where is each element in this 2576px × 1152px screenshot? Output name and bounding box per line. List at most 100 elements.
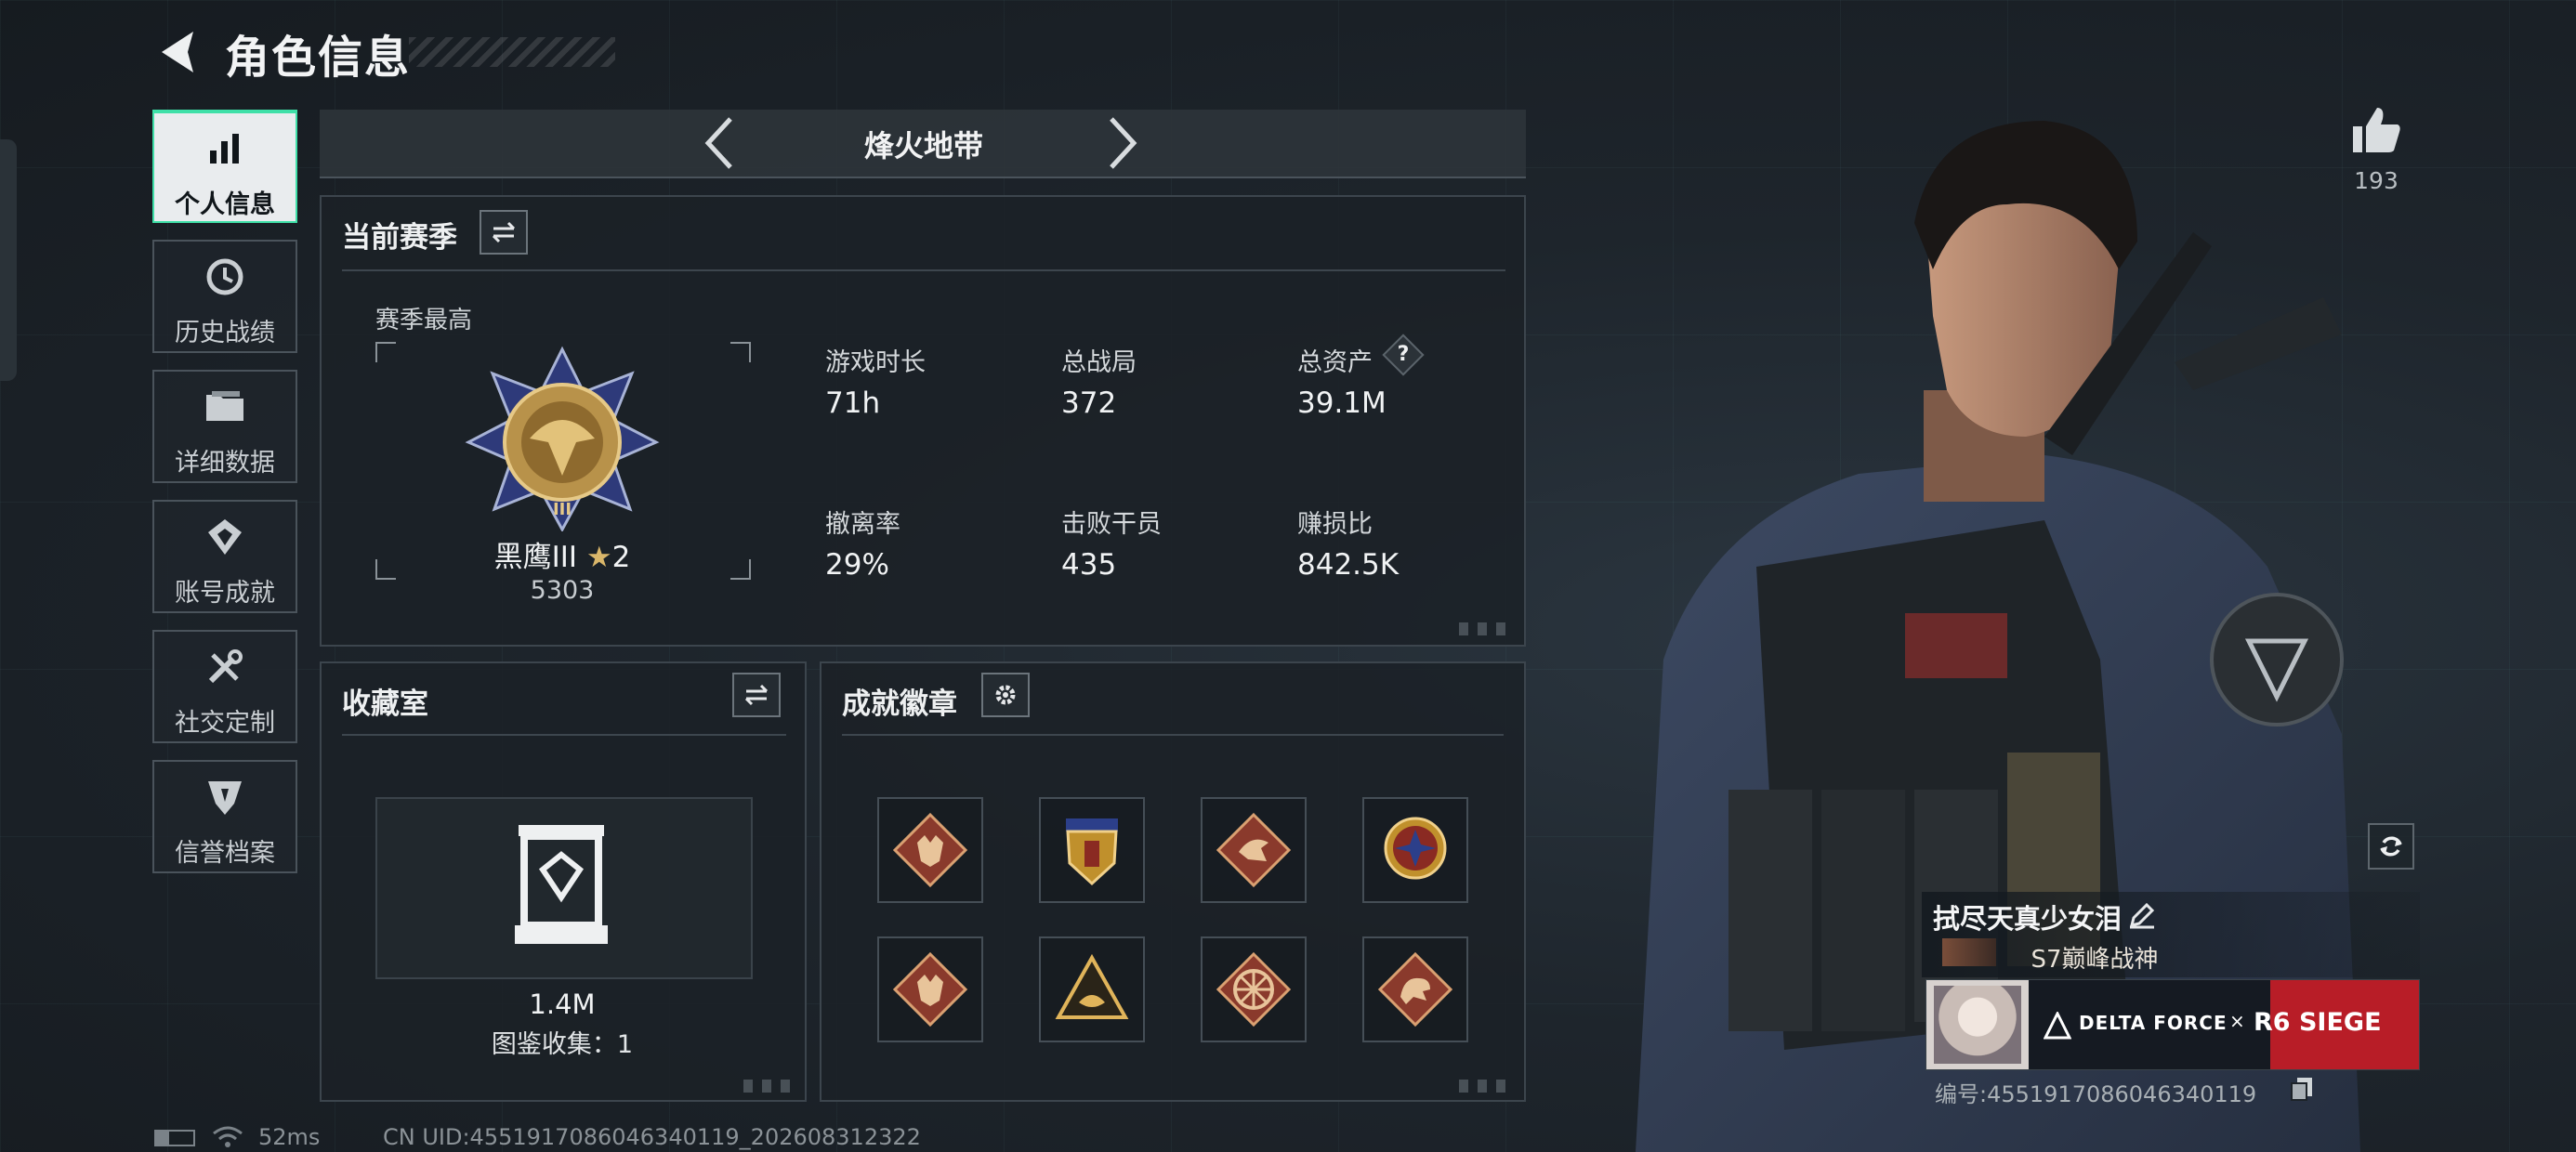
collection-value: 1.4M <box>529 988 596 1020</box>
panel-decoration <box>743 1080 799 1093</box>
edit-icon[interactable] <box>2128 901 2156 929</box>
shield-crest-badge-icon <box>1066 818 1118 886</box>
sidebar-item-social[interactable]: 社交定制 <box>152 630 297 743</box>
wolf-badge-icon <box>892 812 968 888</box>
delta-force-logo-icon <box>2044 1012 2071 1040</box>
title-emblem-icon <box>1942 938 1996 966</box>
panel-decoration <box>1459 622 1515 635</box>
rank-name-text: 黑鹰III <box>493 541 578 574</box>
star-medal-badge-icon <box>1384 817 1447 880</box>
divider <box>842 734 1504 736</box>
stat-label: 游戏时长 <box>825 348 926 377</box>
like-count: 193 <box>2354 167 2399 194</box>
player-banner[interactable]: DELTA FORCE × R6 SIEGE <box>1925 979 2420 1070</box>
rank-emblem-icon[interactable]: III <box>465 346 660 531</box>
achievement-badge[interactable] <box>1201 936 1307 1042</box>
thumbs-up-icon[interactable] <box>2349 102 2403 156</box>
collection-switch-button[interactable] <box>732 673 781 717</box>
battery-icon <box>154 1130 195 1146</box>
dragon-badge-icon <box>1377 951 1453 1028</box>
stat-value: 39.1M <box>1297 386 1387 420</box>
sidebar-item-label: 社交定制 <box>175 709 275 738</box>
history-clock-icon <box>154 256 296 297</box>
title-decoration <box>409 37 615 67</box>
banner-text-left: DELTA FORCE <box>2079 1012 2228 1034</box>
achievement-badge[interactable] <box>1201 797 1307 903</box>
raptor-badge-icon <box>1216 812 1292 888</box>
frame-corner <box>730 342 751 362</box>
bar-chart-icon <box>154 128 296 169</box>
achievement-badge[interactable] <box>1039 797 1145 903</box>
gear-icon <box>995 685 1016 705</box>
sidebar-item-achievements[interactable]: 账号成就 <box>152 500 297 613</box>
divider <box>342 269 1505 271</box>
sidebar-item-label: 个人信息 <box>175 190 275 219</box>
season-title: 当前赛季 <box>342 221 457 255</box>
collection-title: 收藏室 <box>342 687 428 721</box>
frame-corner <box>375 559 396 580</box>
achievement-badge[interactable] <box>1362 936 1468 1042</box>
swap-icon <box>492 221 516 243</box>
panel-decoration <box>1459 1080 1515 1093</box>
prev-mode-button[interactable] <box>703 115 736 171</box>
player-title: S7巅峰战神 <box>2031 946 2159 974</box>
uid-text: CN UID:4551917086046340119_202608312322 <box>383 1124 921 1150</box>
next-mode-button[interactable] <box>1106 115 1139 171</box>
shield-icon <box>154 777 296 818</box>
rank-stars: 2 <box>611 541 631 574</box>
stat-label: 击败干员 <box>1061 510 1162 539</box>
frame-corner <box>730 559 751 580</box>
achievement-badge[interactable] <box>1362 797 1468 903</box>
divider <box>342 734 786 736</box>
player-id: 编号:4551917086046340119 <box>1935 1081 2257 1107</box>
sidebar-item-label: 信誉档案 <box>175 839 275 868</box>
star-icon: ★ <box>585 541 612 574</box>
back-button[interactable] <box>156 28 199 76</box>
refresh-icon <box>2380 836 2402 857</box>
player-name: 拭尽天真少女泪 <box>1933 903 2123 935</box>
wolf-badge-icon <box>892 951 968 1028</box>
frame-corner <box>375 342 396 362</box>
wheel-badge-icon <box>1216 951 1292 1028</box>
sidebar-item-history[interactable]: 历史战绩 <box>152 240 297 353</box>
stat-value: 435 <box>1061 548 1117 582</box>
stat-value: 842.5K <box>1297 548 1400 582</box>
achievements-title: 成就徽章 <box>842 687 957 721</box>
page-title: 角色信息 <box>225 32 412 84</box>
collection-caption: 图鉴收集：1 <box>491 1030 634 1059</box>
avatar <box>1934 986 2021 1064</box>
mode-label: 烽火地带 <box>863 128 983 164</box>
sidebar-item-label: 详细数据 <box>175 449 275 478</box>
achievements-settings-button[interactable] <box>981 673 1030 717</box>
banner-separator: × <box>2229 1010 2245 1032</box>
achievement-badge[interactable] <box>877 797 983 903</box>
stat-value: 29% <box>825 548 889 582</box>
tools-icon <box>154 647 296 687</box>
stat-value: 71h <box>825 386 881 420</box>
sidebar-item-credit[interactable]: 信誉档案 <box>152 760 297 873</box>
copy-icon[interactable] <box>2290 1076 2314 1102</box>
achievement-badge[interactable] <box>1039 936 1145 1042</box>
sidebar-item-label: 账号成就 <box>175 579 275 608</box>
stat-label: 撤离率 <box>825 510 900 539</box>
edge-handle[interactable] <box>0 139 17 381</box>
display-case-icon <box>515 825 608 944</box>
ping-text: 52ms <box>258 1124 321 1150</box>
swap-icon <box>744 684 769 706</box>
triangle-eye-badge-icon <box>1055 953 1129 1019</box>
help-icon-glyph: ? <box>1397 343 1410 366</box>
achievement-icon <box>154 517 296 557</box>
rank-points: 5303 <box>530 576 595 605</box>
stat-label: 赚损比 <box>1297 510 1373 539</box>
sidebar-item-label: 历史战绩 <box>175 319 275 347</box>
folder-icon <box>154 386 296 427</box>
sidebar-item-personal-info[interactable]: 个人信息 <box>152 110 297 223</box>
sidebar-item-detailed-data[interactable]: 详细数据 <box>152 370 297 483</box>
stat-value: 372 <box>1061 386 1117 420</box>
wifi-icon <box>213 1126 243 1147</box>
rotate-model-button[interactable] <box>2368 823 2414 870</box>
svg-text:III: III <box>553 500 572 519</box>
season-switch-button[interactable] <box>480 210 528 255</box>
achievement-badge[interactable] <box>877 936 983 1042</box>
stat-label: 总战局 <box>1061 348 1137 377</box>
